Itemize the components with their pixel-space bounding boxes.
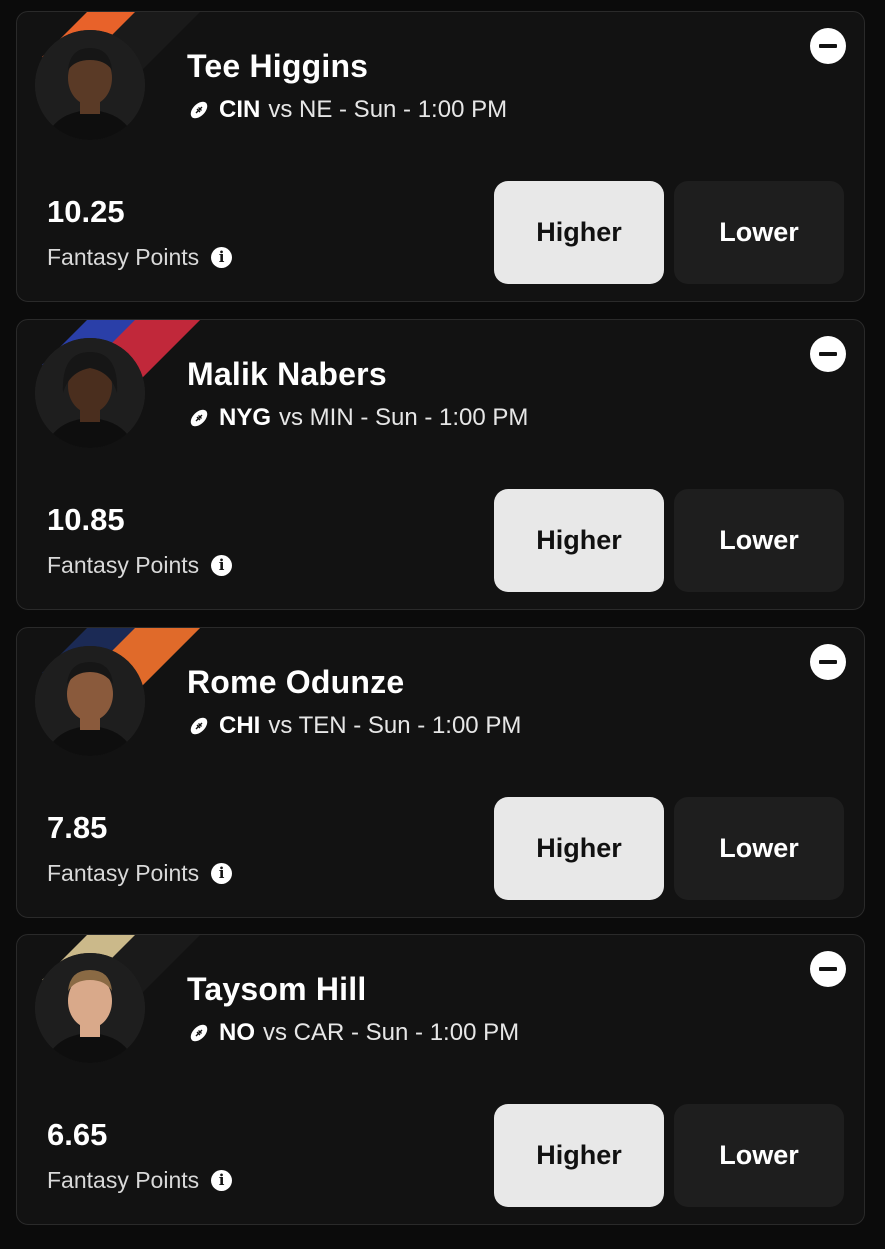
player-name: Malik Nabers [187, 356, 387, 392]
remove-player-button[interactable] [810, 28, 846, 64]
matchup-detail: vs MIN - Sun - 1:00 PM [279, 404, 529, 431]
projection-value: 7.85 [47, 810, 108, 845]
matchup-detail: vs TEN - Sun - 1:00 PM [268, 712, 522, 739]
projection-value: 6.65 [47, 1117, 108, 1152]
football-icon [190, 717, 208, 735]
matchup-info: CIN vs NE - Sun - 1:00 PM [187, 96, 507, 124]
remove-player-button[interactable] [810, 644, 846, 680]
info-icon[interactable]: i [211, 1170, 233, 1191]
team-abbreviation: NYG [219, 404, 272, 431]
headshot-image [35, 953, 145, 1063]
stat-type-text: Fantasy Points [47, 1167, 200, 1193]
stat-type-label: Fantasy Points i [47, 244, 233, 271]
player-card: Taysom Hill NO vs CAR - Sun - 1:00 PM 6.… [16, 934, 865, 1225]
remove-player-button[interactable] [810, 951, 846, 987]
matchup-info: NO vs CAR - Sun - 1:00 PM [187, 1019, 519, 1047]
team-abbreviation: NO [219, 1019, 255, 1046]
player-card: Malik Nabers NYG vs MIN - Sun - 1:00 PM … [16, 319, 865, 610]
football-icon [190, 1024, 208, 1042]
stat-type-label: Fantasy Points i [47, 1167, 233, 1194]
pick-list: Tee Higgins CIN vs NE - Sun - 1:00 PM 10… [0, 0, 885, 1249]
info-icon[interactable]: i [211, 863, 233, 884]
matchup-info: NYG vs MIN - Sun - 1:00 PM [187, 404, 528, 432]
lower-button[interactable]: Lower [674, 797, 844, 900]
player-name: Rome Odunze [187, 664, 405, 700]
matchup-info: CHI vs TEN - Sun - 1:00 PM [187, 712, 521, 740]
player-name: Tee Higgins [187, 48, 369, 84]
info-icon[interactable]: i [211, 555, 233, 576]
football-icon [190, 101, 208, 119]
stat-type-text: Fantasy Points [47, 244, 200, 270]
football-icon [190, 409, 208, 427]
stat-type-text: Fantasy Points [47, 552, 200, 578]
lower-button[interactable]: Lower [674, 1104, 844, 1207]
higher-button[interactable]: Higher [494, 797, 664, 900]
player-headshot [35, 953, 145, 1063]
team-abbreviation: CIN [219, 96, 261, 123]
higher-button[interactable]: Higher [494, 1104, 664, 1207]
higher-button[interactable]: Higher [494, 181, 664, 284]
player-headshot [35, 646, 145, 756]
headshot-image [35, 338, 145, 448]
player-card: Rome Odunze CHI vs TEN - Sun - 1:00 PM 7… [16, 627, 865, 918]
team-abbreviation: CHI [219, 712, 261, 739]
info-icon[interactable]: i [211, 247, 233, 268]
player-name: Taysom Hill [187, 971, 367, 1007]
stat-type-text: Fantasy Points [47, 860, 200, 886]
projection-value: 10.85 [47, 502, 125, 537]
lower-button[interactable]: Lower [674, 181, 844, 284]
matchup-detail: vs NE - Sun - 1:00 PM [268, 96, 508, 123]
stat-type-label: Fantasy Points i [47, 552, 233, 579]
player-headshot [35, 30, 145, 140]
projection-value: 10.25 [47, 194, 125, 229]
headshot-image [35, 30, 145, 140]
headshot-image [35, 646, 145, 756]
remove-player-button[interactable] [810, 336, 846, 372]
player-headshot [35, 338, 145, 448]
player-card: Tee Higgins CIN vs NE - Sun - 1:00 PM 10… [16, 11, 865, 302]
stat-type-label: Fantasy Points i [47, 860, 233, 887]
matchup-detail: vs CAR - Sun - 1:00 PM [263, 1019, 520, 1046]
lower-button[interactable]: Lower [674, 489, 844, 592]
higher-button[interactable]: Higher [494, 489, 664, 592]
